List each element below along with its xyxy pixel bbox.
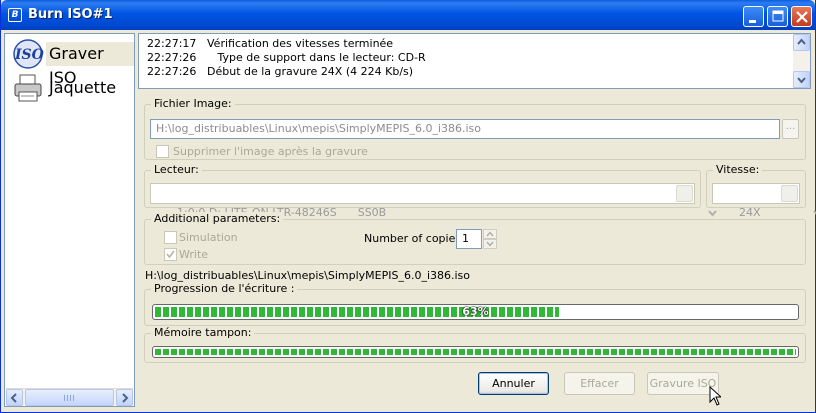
image-path-input[interactable]: H:\log_distribuables\Linux\mepis\SimplyM… <box>150 119 780 139</box>
browse-button[interactable]: ... <box>782 119 799 139</box>
close-button[interactable] <box>791 6 812 27</box>
minimize-icon <box>749 20 756 23</box>
buffer-label: Mémoire tampon: <box>151 326 255 340</box>
maximize-button[interactable] <box>767 6 788 27</box>
speed-group-label: Vitesse: <box>713 163 763 177</box>
scrollbar-thumb[interactable] <box>25 389 114 406</box>
chevron-up-icon <box>797 38 806 45</box>
simulation-checkbox[interactable] <box>164 231 177 244</box>
scroll-up-button[interactable] <box>793 34 810 51</box>
sidebar-item-label: Jaquette <box>49 78 117 97</box>
svg-text:ISO: ISO <box>14 47 44 63</box>
speed-select-value: 24X <box>738 206 761 219</box>
log-timestamp: 22:27:26 <box>147 51 197 64</box>
window-title: Burn ISO#1 <box>28 7 113 22</box>
iso-icon: ISO <box>13 39 44 69</box>
delete-after-checkbox[interactable] <box>156 145 169 158</box>
write-progress-bar: 63% <box>152 304 799 320</box>
buffer-bar <box>152 346 799 358</box>
chevron-down-icon <box>797 77 806 84</box>
copies-input[interactable]: 1 <box>456 229 482 249</box>
write-progress-percent: 63% <box>462 305 489 318</box>
app-logo-icon: B <box>8 8 22 22</box>
log-vertical-scrollbar[interactable] <box>793 34 810 88</box>
drive-group: Lecteur: 1:0:0,D: LITE-ON LTR-48246S SS0… <box>144 163 717 219</box>
copies-stepper[interactable] <box>483 229 497 249</box>
speed-select[interactable]: 24X <box>712 183 816 219</box>
sidebar-item-label: Graver ISO <box>46 42 134 87</box>
current-file-path: H:\log_distribuables\Linux\mepis\SimplyM… <box>145 269 471 282</box>
image-file-group: Fichier Image: H:\log_distribuables\Linu… <box>144 97 806 160</box>
drive-group-label: Lecteur: <box>151 163 202 177</box>
burn-iso-window: B Burn ISO#1 ISO Graver ISO Jaquette 22:… <box>0 0 816 413</box>
image-file-group-label: Fichier Image: <box>151 97 235 111</box>
clear-button[interactable]: Effacer <box>564 372 635 395</box>
close-icon <box>796 11 808 23</box>
sidebar-item-jaquette[interactable]: Jaquette <box>6 70 134 106</box>
scroll-left-button[interactable] <box>6 389 23 406</box>
log-timestamp: 22:27:26 <box>147 65 197 78</box>
write-progress-label: Progression de l'écriture : <box>151 282 298 296</box>
simulation-label: Simulation <box>179 231 238 244</box>
speed-dropdown-button[interactable] <box>781 185 816 215</box>
additional-parameters-label: Additional parameters: <box>151 212 284 226</box>
chevron-right-icon <box>122 393 129 403</box>
write-label: Write <box>179 248 209 261</box>
sidebar-horizontal-scrollbar[interactable] <box>6 388 133 406</box>
log-panel[interactable]: 22:27:17 Vérification des vitesses termi… <box>138 33 811 89</box>
write-checkbox[interactable] <box>164 248 177 261</box>
buffer-group: Mémoire tampon: <box>144 326 806 363</box>
drive-dropdown-button[interactable] <box>676 185 717 217</box>
log-message: Type de support dans le lecteur: CD-R <box>207 51 426 64</box>
write-progress-group: Progression de l'écriture : 63% <box>144 282 806 326</box>
spin-arrows-icon <box>483 229 497 249</box>
log-message: Début de la gravure 24X (4 224 Kb/s) <box>207 65 414 78</box>
drive-select[interactable]: 1:0:0,D: LITE-ON LTR-48246S SS0B <box>150 183 717 219</box>
additional-parameters-group: Additional parameters: Simulation Write … <box>144 212 806 265</box>
cancel-button[interactable]: Annuler <box>478 372 549 395</box>
delete-after-label: Supprimer l'image après la gravure <box>173 145 368 158</box>
minimize-button[interactable] <box>743 6 764 27</box>
title-bar[interactable]: B Burn ISO#1 <box>1 0 815 30</box>
mouse-cursor-icon <box>709 386 721 406</box>
sidebar-item-graver-iso[interactable]: ISO Graver ISO <box>6 36 134 87</box>
sidebar: ISO Graver ISO Jaquette <box>4 33 135 407</box>
copies-label: Number of copies: <box>364 232 465 245</box>
checkmark-icon <box>166 250 175 259</box>
printer-icon <box>14 74 42 102</box>
chevron-down-icon <box>813 210 816 215</box>
scroll-down-button[interactable] <box>793 71 810 88</box>
buffer-fill <box>155 349 796 355</box>
speed-group: Vitesse: 24X <box>706 163 816 219</box>
maximize-icon <box>772 10 784 22</box>
log-timestamp: 22:27:17 <box>147 37 197 50</box>
chevron-left-icon <box>10 393 17 403</box>
scroll-right-button[interactable] <box>116 389 133 406</box>
log-message: Vérification des vitesses terminée <box>207 37 394 50</box>
